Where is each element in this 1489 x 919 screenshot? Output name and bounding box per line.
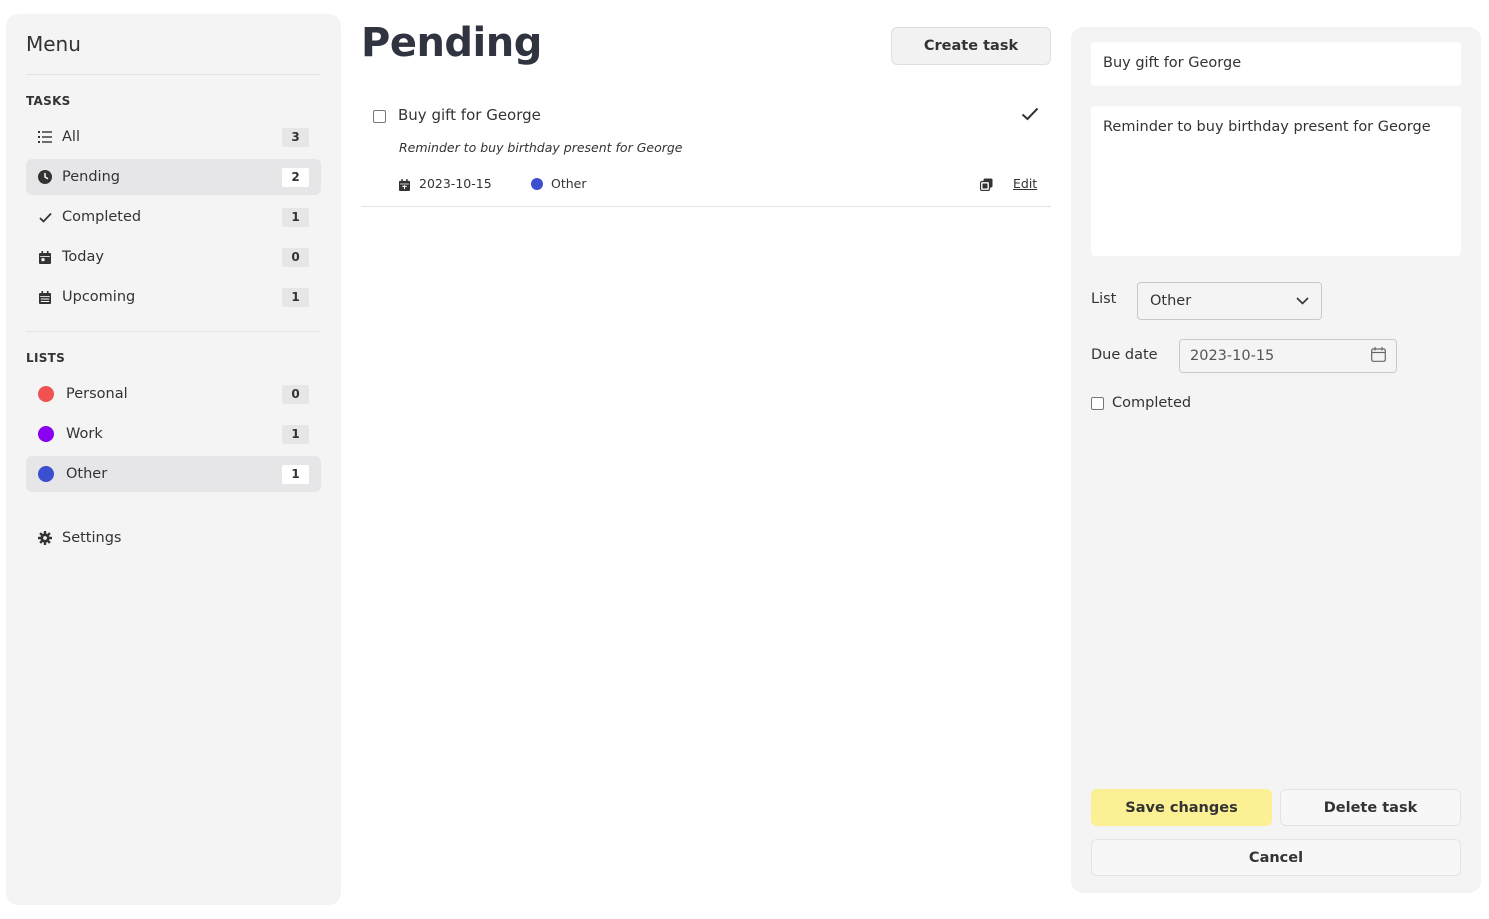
list-label: List: [1091, 291, 1117, 307]
task-title: Buy gift for George: [398, 106, 541, 124]
sidebar-item-label: Completed: [62, 209, 142, 225]
sidebar-item-pending[interactable]: Pending 2: [26, 159, 321, 195]
menu-title: Menu: [26, 32, 81, 56]
sidebar-item-upcoming[interactable]: Upcoming 1: [26, 279, 321, 315]
delete-task-button[interactable]: Delete task: [1280, 789, 1461, 826]
edit-link[interactable]: Edit: [1013, 176, 1037, 191]
list-color-dot: [38, 386, 54, 402]
sidebar-item-label: Today: [62, 249, 104, 265]
due-date-value: 2023-10-15: [1190, 348, 1275, 364]
calendar-picker-icon[interactable]: [1371, 346, 1386, 366]
clock-icon: [38, 170, 52, 184]
count-badge: 2: [282, 167, 309, 187]
sidebar-item-label: Personal: [66, 386, 128, 402]
check-icon: [38, 210, 52, 224]
divider: [26, 331, 321, 332]
sidebar-item-settings[interactable]: Settings: [26, 520, 321, 556]
task-checkbox[interactable]: [373, 110, 386, 123]
task-list-name: Other: [551, 176, 587, 191]
create-task-button[interactable]: Create task: [891, 27, 1051, 65]
sidebar-item-label: Upcoming: [62, 289, 136, 305]
tasks-section-label: TASKS: [26, 94, 71, 108]
save-changes-button[interactable]: Save changes: [1091, 789, 1272, 826]
sidebar-item-label: Work: [66, 426, 103, 442]
sidebar-item-today[interactable]: Today 0: [26, 239, 321, 275]
cancel-button[interactable]: Cancel: [1091, 839, 1461, 876]
count-badge: 1: [282, 287, 309, 307]
due-date-label: Due date: [1091, 347, 1158, 363]
task-editor-panel: Buy gift for George Reminder to buy birt…: [1071, 27, 1481, 893]
description-field[interactable]: Reminder to buy birthday present for Geo…: [1091, 106, 1461, 256]
count-badge: 1: [282, 464, 309, 484]
sidebar-item-label: All: [62, 129, 80, 145]
sidebar-item-label: Pending: [62, 169, 120, 185]
calendar-day-icon: [38, 250, 52, 264]
count-badge: 0: [282, 384, 309, 404]
gear-icon: [38, 531, 52, 545]
sidebar-item-label: Other: [66, 466, 108, 482]
sidebar-list-other[interactable]: Other 1: [26, 456, 321, 492]
count-badge: 0: [282, 247, 309, 267]
duplicate-icon[interactable]: [979, 176, 994, 192]
complete-check-icon[interactable]: [1021, 106, 1039, 124]
sidebar-list-personal[interactable]: Personal 0: [26, 376, 321, 412]
task-due-date: 2023-10-15: [419, 176, 492, 191]
list-select[interactable]: Other: [1137, 282, 1322, 320]
sidebar-item-completed[interactable]: Completed 1: [26, 199, 321, 235]
chevron-down-icon: [1296, 293, 1309, 309]
sidebar-item-all[interactable]: All 3: [26, 119, 321, 155]
sidebar-item-label: Settings: [62, 530, 122, 546]
count-badge: 3: [282, 127, 309, 147]
completed-checkbox[interactable]: [1091, 396, 1104, 410]
due-date-input[interactable]: 2023-10-15: [1179, 339, 1397, 373]
completed-row: Completed: [1091, 395, 1191, 411]
calendar-icon: [38, 290, 52, 304]
sidebar-list-work[interactable]: Work 1: [26, 416, 321, 452]
list-color-dot: [38, 466, 54, 482]
count-badge: 1: [282, 424, 309, 444]
list-color-dot: [531, 178, 543, 190]
task-item: Buy gift for George Reminder to buy birt…: [361, 92, 1051, 207]
list-select-value: Other: [1150, 293, 1192, 309]
count-badge: 1: [282, 207, 309, 227]
task-description: Reminder to buy birthday present for Geo…: [399, 140, 683, 155]
list-icon: [38, 130, 52, 144]
lists-section-label: LISTS: [26, 351, 66, 365]
divider: [26, 74, 321, 75]
sidebar: Menu TASKS All 3 Pending 2 Completed 1 T…: [6, 14, 341, 905]
title-field[interactable]: Buy gift for George: [1091, 42, 1461, 86]
completed-label: Completed: [1112, 395, 1192, 411]
list-color-dot: [38, 426, 54, 442]
page-title: Pending: [361, 20, 542, 66]
calendar-icon: [399, 176, 411, 191]
